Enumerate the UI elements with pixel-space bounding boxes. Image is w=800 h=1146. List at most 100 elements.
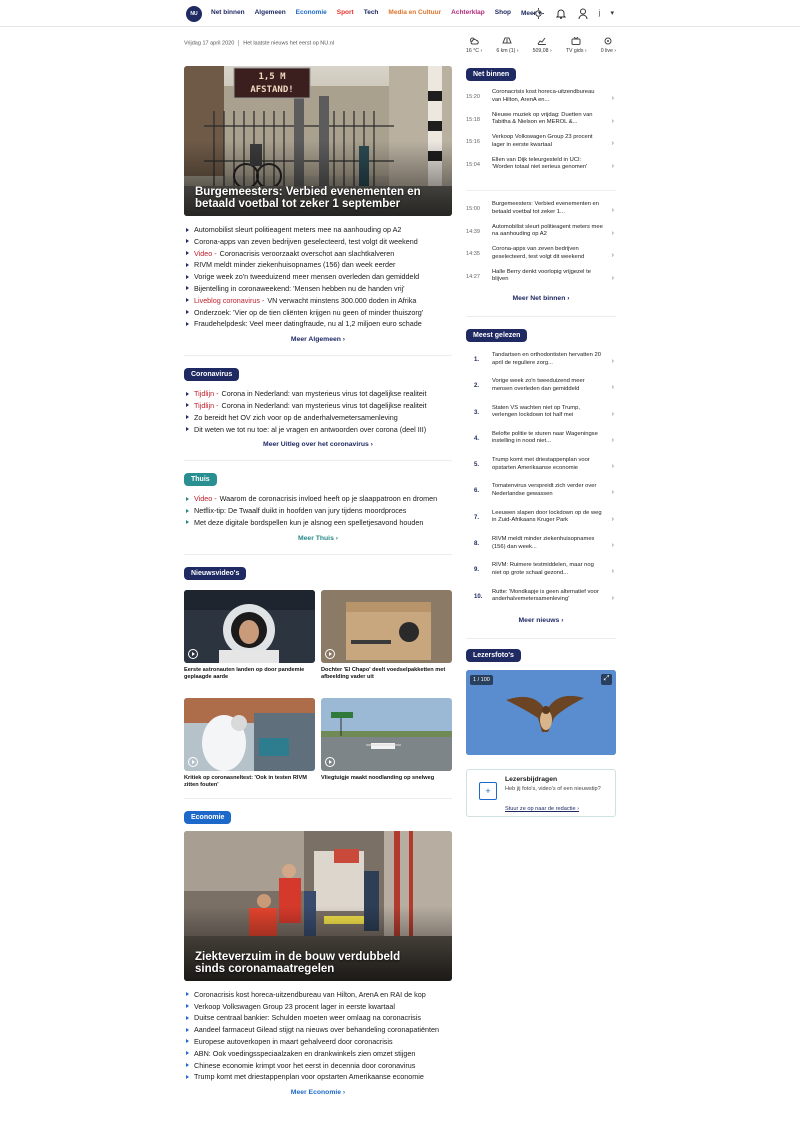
video-card[interactable]: Kritiek op coronasneltest: 'Ook in teste… xyxy=(184,697,315,796)
most-read-text[interactable]: Trump komt met driestappenplan voor opst… xyxy=(492,457,604,472)
most-read-item[interactable]: 4. Belofte politie te sturen naar Wagenin… xyxy=(466,431,616,457)
headline-text[interactable]: Corona in Nederland: van mysterieus viru… xyxy=(222,389,427,398)
economie-top-story-title[interactable]: Ziekteverzuim in de bouw verdubbeld sind… xyxy=(195,951,432,975)
headline-item[interactable]: Met deze digitale bordspellen kun je als… xyxy=(184,517,452,529)
headline-item[interactable]: Fraudehelpdesk: Veel meer datingfraude, … xyxy=(184,318,452,330)
headline-item[interactable]: Onderzoek: 'Vier op de tien cliënten kri… xyxy=(184,307,452,319)
thuis-section-label[interactable]: Thuis xyxy=(184,473,217,487)
headline-item[interactable]: Dit weten we tot nu toe: al je vragen en… xyxy=(184,424,452,436)
headline-text[interactable]: ABN: Ook voedingsspeciaalzaken en drankw… xyxy=(194,1049,415,1058)
nav-item-shop[interactable]: Shop xyxy=(495,9,511,17)
headline-text[interactable]: Fraudehelpdesk: Veel meer datingfraude, … xyxy=(194,319,422,328)
chevron-right-icon[interactable]: › xyxy=(612,489,614,496)
nav-item-sport[interactable]: Sport xyxy=(337,9,354,17)
headline-item[interactable]: Aandeel farmaceut Gilead stijgt na nieuw… xyxy=(184,1024,452,1036)
traffic-widget[interactable]: 6 km (1) › xyxy=(496,36,519,54)
headline-item[interactable]: ABN: Ook voedingsspeciaalzaken en drankw… xyxy=(184,1048,452,1060)
live-widget[interactable]: 0 live › xyxy=(601,36,616,54)
lezersfotos-label[interactable]: Lezersfoto's xyxy=(466,648,521,662)
headline-text[interactable]: Automobilist sleurt politieagent meters … xyxy=(194,225,401,234)
headline-text[interactable]: Netflix-tip: De Twaalf duikt in hoofden … xyxy=(194,506,406,515)
ticker-text[interactable]: Halle Berry denkt voorlopig vrijgezel te… xyxy=(492,269,604,284)
more-economie-link[interactable]: Meer Economie › xyxy=(184,1089,452,1096)
chevron-right-icon[interactable]: › xyxy=(612,163,614,170)
most-read-text[interactable]: Belofte politie te sturen naar Wagenings… xyxy=(492,431,604,446)
nav-item-economie[interactable]: Economie xyxy=(296,9,327,17)
reader-contribution-box[interactable]: + Lezersbijdragen Heb jij foto's, video'… xyxy=(466,768,616,817)
chevron-right-icon[interactable]: › xyxy=(612,230,614,237)
play-icon[interactable] xyxy=(325,756,335,767)
video-card[interactable]: Vliegtuigje maakt noodlanding op snelweg xyxy=(321,697,452,796)
headline-item[interactable]: RIVM meldt minder ziekenhuisopnames (156… xyxy=(184,259,452,271)
more-corona-link[interactable]: Meer Uitleg over het coronavirus › xyxy=(184,441,452,448)
video-thumbnail[interactable] xyxy=(321,589,452,663)
headline-item[interactable]: Trump komt met driestappenplan voor opst… xyxy=(184,1071,452,1083)
most-read-text[interactable]: Vorige week zo'n tweeduizend meer mensen… xyxy=(492,378,604,393)
headline-text[interactable]: Chinese economie krimpt voor het eerst i… xyxy=(194,1061,415,1070)
chevron-down-icon[interactable]: ▾ xyxy=(610,9,614,17)
chevron-right-icon[interactable]: › xyxy=(612,140,614,147)
headline-text[interactable]: RIVM meldt minder ziekenhuisopnames (156… xyxy=(194,260,395,269)
tv-guide-widget[interactable]: TV gids › xyxy=(566,36,587,54)
chevron-right-icon[interactable]: › xyxy=(612,437,614,444)
nu-logo[interactable]: NU xyxy=(186,6,202,22)
top-story-title[interactable]: Burgemeesters: Verbied evenementen en be… xyxy=(195,186,432,210)
headline-text[interactable]: Corona in Nederland: van mysterieus viru… xyxy=(222,401,427,410)
nav-item-net-binnen[interactable]: Net binnen xyxy=(211,9,245,17)
ticker-item[interactable]: 15:04 Ellen van Dijk teleurgesteld in UCI… xyxy=(466,157,616,180)
video-caption[interactable]: Vliegtuigje maakt noodlanding op snelweg xyxy=(321,775,452,796)
video-card[interactable]: Eerste astronauten landen op door pandem… xyxy=(184,589,315,688)
chevron-right-icon[interactable]: › xyxy=(612,95,614,102)
nav-item-tech[interactable]: Tech xyxy=(364,9,379,17)
most-read-item[interactable]: 7. Leeuwen slapen door lockdown op de weg… xyxy=(466,510,616,536)
headline-item[interactable]: Verkoop Volkswagen Group 23 procent lage… xyxy=(184,1001,452,1013)
user-icon[interactable] xyxy=(577,7,589,19)
bell-icon[interactable] xyxy=(555,7,567,19)
most-read-text[interactable]: Rutte: 'Mondkapje is geen alternatief vo… xyxy=(492,589,604,604)
chevron-right-icon[interactable]: › xyxy=(612,384,614,391)
headline-item[interactable]: Europese autoverkopen in maart gehalveer… xyxy=(184,1036,452,1048)
most-read-text[interactable]: Tomatenvirus verspreidt zich verder over… xyxy=(492,483,604,498)
headline-item[interactable]: Chinese economie krimpt voor het eerst i… xyxy=(184,1060,452,1072)
headline-text[interactable]: Coronacrisis kost horeca-uitzendbureau v… xyxy=(194,990,426,999)
more-thuis-link[interactable]: Meer Thuis › xyxy=(184,535,452,542)
coronavirus-section-label[interactable]: Coronavirus xyxy=(184,368,240,382)
most-read-item[interactable]: 1. Tandartsen en orthodontisten hervatten… xyxy=(466,352,616,378)
most-read-text[interactable]: RIVM: Ruimere testmiddelen, maar nog nie… xyxy=(492,562,604,577)
headline-item[interactable]: Coronacrisis kost horeca-uitzendbureau v… xyxy=(184,989,452,1001)
video-caption[interactable]: Dochter 'El Chapo' deelt voedselpakkette… xyxy=(321,667,452,688)
headline-text[interactable]: Zo bereidt het OV zich voor op de anderh… xyxy=(194,413,398,422)
ticker-item[interactable]: 15:20 Coronacrisis kost horeca-uitzendbur… xyxy=(466,89,616,112)
chevron-right-icon[interactable]: › xyxy=(612,252,614,259)
send-to-editors-link[interactable]: Stuur ze op naar de redactie › xyxy=(505,806,579,812)
economie-top-story[interactable]: Ziekteverzuim in de bouw verdubbeld sind… xyxy=(184,830,452,981)
most-read-text[interactable]: Leeuwen slapen door lockdown op de weg i… xyxy=(492,510,604,525)
headline-text[interactable]: Bijentelling in coronaweekend: 'Mensen h… xyxy=(194,284,405,293)
most-read-item[interactable]: 5. Trump komt met driestappenplan voor op… xyxy=(466,457,616,483)
nav-item-algemeen[interactable]: Algemeen xyxy=(255,9,286,17)
most-read-text[interactable]: Staten VS wachten niet op Trump, verleng… xyxy=(492,405,604,420)
ticker-text[interactable]: Coronacrisis kost horeca-uitzendbureau v… xyxy=(492,89,604,104)
video-caption[interactable]: Eerste astronauten landen op door pandem… xyxy=(184,667,315,688)
headline-item[interactable]: Tijdlijn - Corona in Nederland: van myste… xyxy=(184,400,452,412)
headline-text[interactable]: Verkoop Volkswagen Group 23 procent lage… xyxy=(194,1002,395,1011)
stocks-widget[interactable]: 509,08 › xyxy=(533,36,552,54)
headline-item[interactable]: Corona-apps van zeven bedrijven geselect… xyxy=(184,236,452,248)
ticker-text[interactable]: Ellen van Dijk teleurgesteld in UCI: 'Wo… xyxy=(492,157,604,172)
nav-item-media-en-cultuur[interactable]: Media en Cultuur xyxy=(388,9,441,17)
video-card[interactable]: Dochter 'El Chapo' deelt voedselpakkette… xyxy=(321,589,452,688)
meest-gelezen-label[interactable]: Meest gelezen xyxy=(466,329,528,342)
nav-item-achterklap[interactable]: Achterklap xyxy=(451,9,485,17)
headline-item[interactable]: Zo bereidt het OV zich voor op de anderh… xyxy=(184,412,452,424)
headline-item[interactable]: Vorige week zo'n tweeduizend meer mensen… xyxy=(184,271,452,283)
most-read-item[interactable]: 3. Staten VS wachten niet op Trump, verle… xyxy=(466,405,616,431)
user-initial[interactable]: j xyxy=(599,10,601,17)
ticker-item[interactable]: 15:00 Burgemeesters: Verbied evenementen … xyxy=(466,201,616,224)
chevron-right-icon[interactable]: › xyxy=(612,275,614,282)
chevron-right-icon[interactable]: › xyxy=(612,358,614,365)
headline-item[interactable]: Video - Waarom de coronacrisis invloed he… xyxy=(184,493,452,505)
chevron-right-icon[interactable]: › xyxy=(612,568,614,575)
headline-item[interactable]: Tijdlijn - Corona in Nederland: van myste… xyxy=(184,388,452,400)
video-thumbnail[interactable] xyxy=(184,589,315,663)
ticker-item[interactable]: 14:27 Halle Berry denkt voorlopig vrijgez… xyxy=(466,269,616,292)
